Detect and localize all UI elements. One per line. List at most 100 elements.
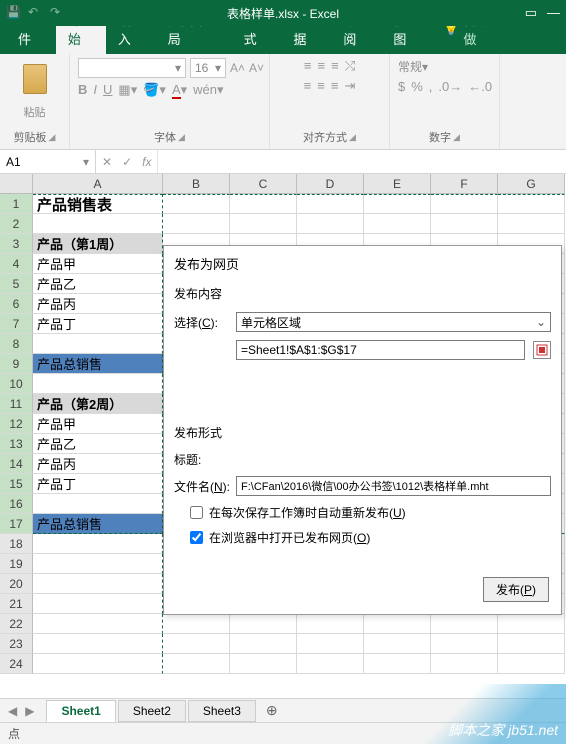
cell[interactable]: 产品丁 [33, 474, 163, 494]
formula-input[interactable] [157, 150, 566, 173]
cell[interactable] [297, 214, 364, 234]
cell[interactable] [431, 614, 498, 634]
cell[interactable] [431, 634, 498, 654]
cell[interactable]: 产品丁 [33, 314, 163, 334]
select-all-cell[interactable] [0, 174, 33, 194]
cell[interactable] [498, 214, 565, 234]
cell[interactable] [163, 634, 230, 654]
cell[interactable] [431, 654, 498, 674]
row-header[interactable]: 1 [0, 194, 33, 214]
publish-button[interactable]: 发布(P) [483, 577, 549, 602]
cell[interactable] [297, 634, 364, 654]
row-header[interactable]: 4 [0, 254, 33, 274]
cell[interactable] [33, 614, 163, 634]
column-header[interactable]: D [297, 174, 364, 194]
cell[interactable]: 产品丙 [33, 454, 163, 474]
align-center-icon[interactable]: ≡ [317, 78, 325, 94]
row-header[interactable]: 9 [0, 354, 33, 374]
align-top-icon[interactable]: ≡ [304, 58, 312, 74]
row-header[interactable]: 10 [0, 374, 33, 394]
sheet-tab-2[interactable]: Sheet2 [118, 700, 186, 722]
cell[interactable]: 产品（第2周） [33, 394, 163, 414]
italic-button[interactable]: I [93, 82, 97, 98]
row-header[interactable]: 5 [0, 274, 33, 294]
cell[interactable] [33, 554, 163, 574]
fill-color-button[interactable]: 🪣▾ [143, 82, 166, 98]
openbrowser-checkbox[interactable]: 在浏览器中打开已发布网页(O) [190, 529, 551, 546]
decrease-font-icon[interactable]: A˅ [249, 61, 264, 75]
align-right-icon[interactable]: ≡ [331, 78, 339, 94]
column-header[interactable]: F [431, 174, 498, 194]
cell[interactable] [230, 214, 297, 234]
filename-input[interactable]: F:\CFan\2016\微信\00办公书签\1012\表格样单.mht [236, 476, 551, 496]
cell[interactable] [431, 194, 498, 214]
bold-button[interactable]: B [78, 82, 87, 98]
row-header[interactable]: 3 [0, 234, 33, 254]
cell[interactable]: 产品甲 [33, 414, 163, 434]
cell[interactable] [230, 634, 297, 654]
fx-icon[interactable]: fx [142, 155, 151, 169]
new-sheet-button[interactable]: ⊕ [258, 702, 286, 719]
range-picker-button[interactable] [533, 341, 551, 359]
indent-icon[interactable]: ⇥ [344, 78, 355, 94]
row-header[interactable]: 14 [0, 454, 33, 474]
cell[interactable] [163, 194, 230, 214]
minimize-icon[interactable]: — [547, 5, 560, 21]
column-header[interactable]: G [498, 174, 565, 194]
enter-icon[interactable]: ✓ [122, 155, 132, 169]
undo-icon[interactable]: ↶ [28, 5, 44, 21]
column-header[interactable]: A [33, 174, 163, 194]
clipboard-dialog-launcher-icon[interactable]: ◢ [49, 132, 56, 143]
alignment-dialog-launcher-icon[interactable]: ◢ [349, 132, 356, 143]
row-header[interactable]: 20 [0, 574, 33, 594]
column-header[interactable]: E [364, 174, 431, 194]
column-header[interactable]: B [163, 174, 230, 194]
cell[interactable] [230, 654, 297, 674]
row-header[interactable]: 18 [0, 534, 33, 554]
row-header[interactable]: 6 [0, 294, 33, 314]
row-header[interactable]: 19 [0, 554, 33, 574]
row-header[interactable]: 15 [0, 474, 33, 494]
cell[interactable] [230, 614, 297, 634]
row-header[interactable]: 23 [0, 634, 33, 654]
paste-button[interactable] [17, 58, 53, 100]
phonetic-button[interactable]: wén▾ [193, 82, 223, 98]
cell[interactable] [364, 194, 431, 214]
cell[interactable] [33, 494, 163, 514]
cell[interactable]: 产品总销售 [33, 354, 163, 374]
sheet-tab-3[interactable]: Sheet3 [188, 700, 256, 722]
cell[interactable] [33, 334, 163, 354]
cell[interactable] [163, 214, 230, 234]
cell[interactable]: 产品甲 [33, 254, 163, 274]
orientation-icon[interactable]: ⤭ [345, 58, 355, 74]
font-name-combo[interactable]: ▾ [78, 58, 186, 78]
cell[interactable] [364, 214, 431, 234]
row-header[interactable]: 21 [0, 594, 33, 614]
cancel-icon[interactable]: ✕ [102, 155, 112, 169]
cell[interactable] [230, 194, 297, 214]
cell[interactable] [163, 654, 230, 674]
align-middle-icon[interactable]: ≡ [318, 58, 326, 74]
cell[interactable] [364, 634, 431, 654]
row-header[interactable]: 24 [0, 654, 33, 674]
choose-dropdown[interactable]: 单元格区域 ⌄ [236, 312, 551, 332]
row-header[interactable]: 16 [0, 494, 33, 514]
row-header[interactable]: 17 [0, 514, 33, 534]
cell[interactable] [498, 614, 565, 634]
underline-button[interactable]: U [103, 82, 112, 98]
save-icon[interactable]: 💾 [6, 5, 22, 21]
percent-icon[interactable]: % [411, 79, 423, 94]
decrease-decimal-icon[interactable]: ←.0 [468, 79, 492, 94]
align-left-icon[interactable]: ≡ [304, 78, 312, 94]
name-box[interactable]: A1 ▾ [0, 150, 96, 173]
cell[interactable]: 产品销售表 [33, 194, 163, 214]
cell[interactable] [364, 614, 431, 634]
cell[interactable] [163, 614, 230, 634]
cell[interactable] [33, 574, 163, 594]
cell[interactable] [33, 594, 163, 614]
checkbox-icon[interactable] [190, 531, 203, 544]
increase-decimal-icon[interactable]: .0→ [438, 79, 462, 94]
font-color-button[interactable]: A▾ [172, 82, 187, 98]
cell[interactable]: 产品乙 [33, 274, 163, 294]
cell[interactable] [33, 374, 163, 394]
